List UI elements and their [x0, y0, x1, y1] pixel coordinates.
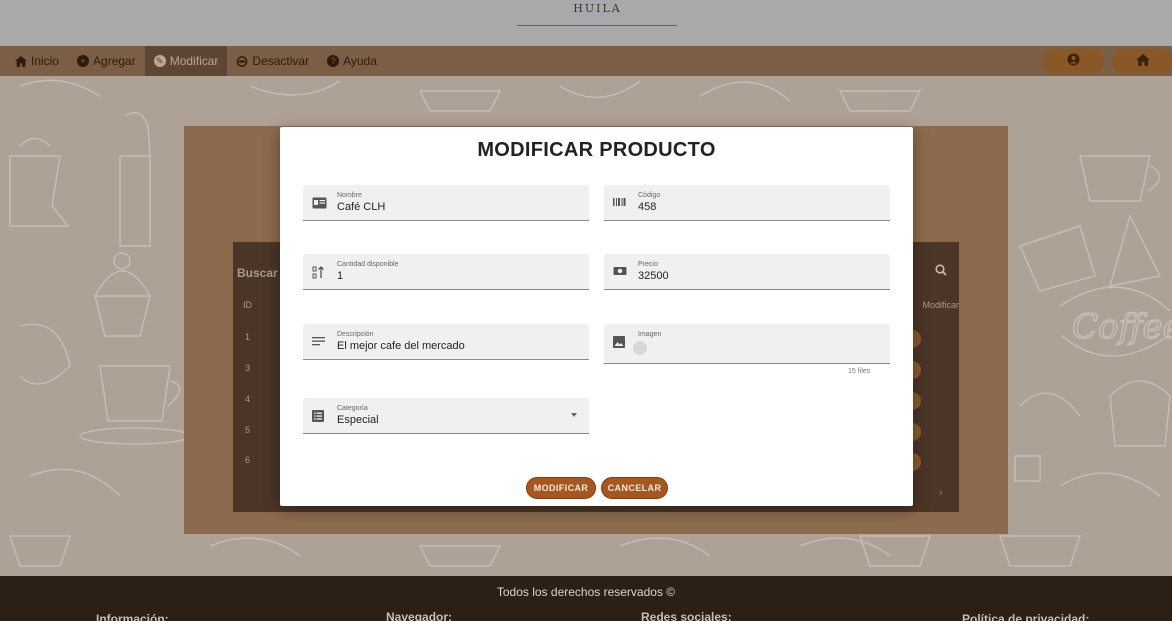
descripcion-label: Descripción: [337, 331, 374, 338]
nav-label-modificar: Modificar: [169, 54, 219, 68]
home-button[interactable]: [1112, 49, 1172, 73]
next-page-icon[interactable]: ›: [939, 487, 943, 499]
nav-item-modificar[interactable]: ✎ Modificar: [144, 46, 228, 76]
precio-value: 32500: [638, 270, 669, 282]
brand-title: HUILA: [573, 2, 622, 15]
page-footer: Todos los derechos reservados © Informac…: [0, 576, 1172, 621]
account-icon: [1067, 53, 1080, 69]
help-circle-icon: ?: [327, 55, 340, 67]
cantidad-value: 1: [337, 270, 344, 282]
money-icon: [613, 266, 627, 278]
sort-numeric-icon: [312, 266, 326, 279]
toggle-off-icon: [236, 55, 248, 67]
account-button[interactable]: [1042, 49, 1104, 73]
copyright-text: Todos los derechos reservados ©: [496, 585, 676, 599]
add-circle-icon: +: [77, 55, 90, 67]
nav-label-desactivar: Desactivar: [252, 54, 310, 68]
table-row-id: 5: [245, 425, 251, 435]
table-row-id: 4: [245, 394, 251, 404]
cantidad-field[interactable]: Cantidad disponible 1: [303, 254, 589, 290]
footer-section-navegador[interactable]: Navegador:: [386, 610, 452, 621]
nombre-field[interactable]: Nombre Café CLH: [303, 185, 589, 221]
precio-label: Precio: [638, 261, 658, 268]
footer-section-privacidad[interactable]: Política de privacidad:: [962, 612, 1089, 621]
nav-item-inicio[interactable]: Inicio: [6, 46, 68, 76]
nombre-value: Café CLH: [337, 201, 386, 213]
svg-text:Coffee: Coffee: [1072, 307, 1172, 347]
categoria-label: Categoría: [337, 405, 368, 412]
search-label: Buscar: [237, 266, 278, 280]
nav-item-desactivar[interactable]: Desactivar: [227, 46, 318, 76]
footer-section-informacion[interactable]: Información:: [96, 612, 169, 621]
files-count: 15 files: [848, 368, 871, 375]
nav-item-agregar[interactable]: + Agregar: [68, 46, 145, 76]
modify-button[interactable]: MODIFICAR: [526, 477, 596, 499]
nav-item-ayuda[interactable]: ? Ayuda: [318, 46, 386, 76]
nav-label-ayuda: Ayuda: [343, 54, 377, 68]
search-icon[interactable]: [935, 264, 947, 279]
imagen-label: Imagen: [638, 331, 662, 338]
list-icon: [312, 410, 326, 422]
codigo-label: Código: [638, 192, 661, 199]
image-icon: [613, 336, 627, 348]
modify-product-modal: MODIFICAR PRODUCTO Nombre Café CLH Códig…: [280, 127, 913, 506]
chevron-down-icon[interactable]: [571, 413, 577, 417]
categoria-select[interactable]: Categoría Especial: [303, 398, 589, 434]
imagen-file-field[interactable]: Imagen: [604, 324, 890, 364]
nav-label-inicio: Inicio: [31, 54, 60, 68]
codigo-value: 458: [638, 201, 657, 213]
codigo-field[interactable]: Código 458: [604, 185, 890, 221]
table-row-id: 3: [245, 363, 251, 373]
barcode-icon: [613, 197, 627, 209]
table-row-id: 1: [245, 332, 251, 342]
descripcion-field[interactable]: Descripción El mejor cafe del mercado: [303, 324, 589, 360]
nombre-label: Nombre: [337, 192, 362, 199]
notes-icon: [312, 336, 326, 348]
home-icon: [15, 55, 27, 67]
id-card-icon: [312, 197, 327, 209]
edit-circle-icon: ✎: [153, 55, 166, 67]
footer-section-redes[interactable]: Redes sociales:: [641, 610, 732, 621]
modal-title: MODIFICAR PRODUCTO: [477, 139, 716, 161]
file-input-indicator[interactable]: [633, 341, 647, 355]
id-column-header: ID: [243, 300, 252, 310]
cantidad-label: Cantidad disponible: [337, 261, 399, 268]
brand-underline: [517, 25, 677, 26]
main-navbar: Inicio + Agregar ✎ Modificar Desactivar …: [0, 46, 1172, 76]
categoria-value: Especial: [337, 414, 379, 426]
table-row-id: 6: [245, 455, 251, 465]
precio-field[interactable]: Precio 32500: [604, 254, 890, 290]
descripcion-value: El mejor cafe del mercado: [337, 340, 465, 352]
nav-label-agregar: Agregar: [93, 54, 136, 68]
top-header: HUILA: [0, 0, 1172, 44]
cancel-button[interactable]: CANCELAR: [601, 477, 668, 499]
home-icon: [1136, 53, 1150, 69]
modify-column-header: Modificar: [922, 300, 959, 310]
